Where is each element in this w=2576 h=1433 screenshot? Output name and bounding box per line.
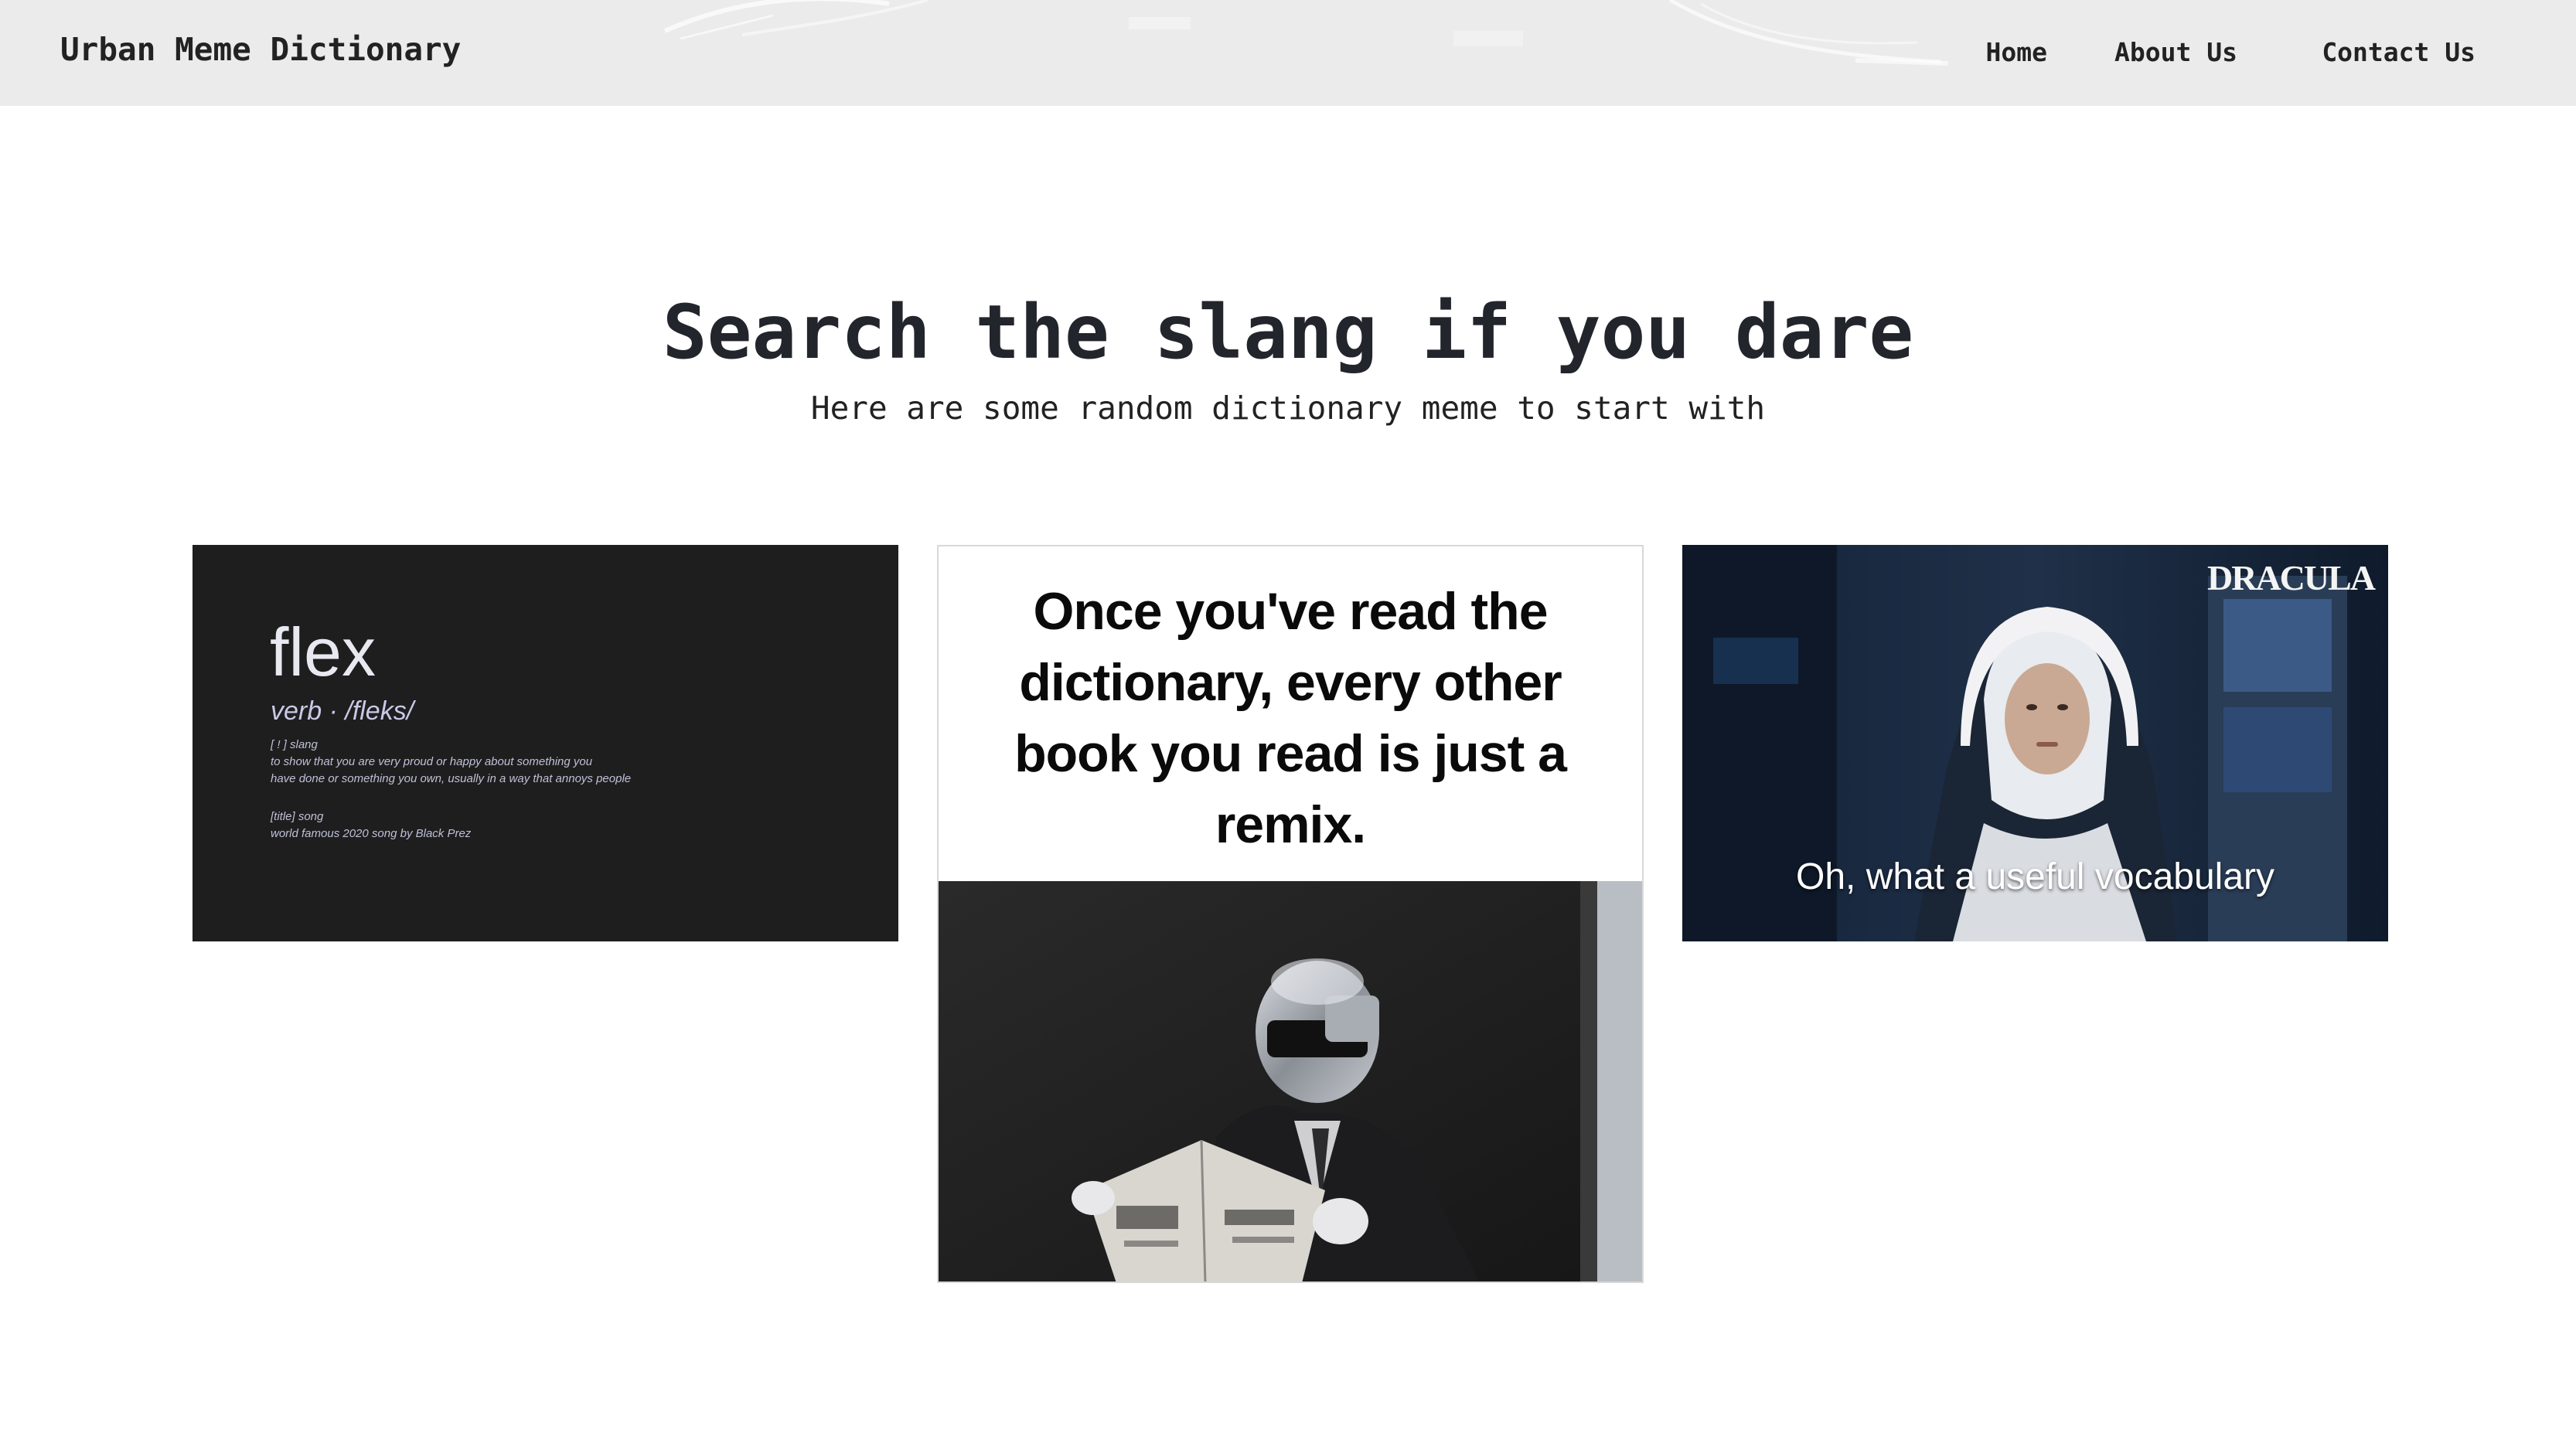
- nav-contact-link[interactable]: Contact Us: [2322, 37, 2475, 67]
- definition-pronunciation: verb · /fleks/: [271, 696, 414, 726]
- site-brand-link[interactable]: Urban Meme Dictionary: [60, 31, 461, 68]
- definition-sense1-tag: [ ! ] slang: [271, 738, 318, 751]
- meme-quote: Once you've read the dictionary, every o…: [1014, 582, 1567, 854]
- helmet-reader-photo: [939, 881, 1642, 1282]
- dracula-logo: DRACULA: [2207, 558, 2376, 597]
- meme-caption: Oh, what a useful vocabulary: [1795, 856, 2274, 897]
- nav-home-link[interactable]: Home: [1986, 37, 2047, 67]
- quote-panel: Once you've read the dictionary, every o…: [939, 546, 1642, 881]
- navbar: Urban Meme Dictionary Home About Us Cont…: [0, 0, 2576, 106]
- definition-sense2-tag: [title] song: [271, 810, 324, 823]
- page-subtitle: Here are some random dictionary meme to …: [810, 390, 1766, 427]
- definition-sense1-line2: have done or something you own, usually …: [271, 772, 632, 785]
- meme-card-flex[interactable]: flex verb · /fleks/ [ ! ] slang to show …: [193, 545, 898, 941]
- page-title: Search the slang if you dare: [662, 289, 1914, 376]
- meme-card-remix[interactable]: Once you've read the dictionary, every o…: [937, 545, 1644, 1283]
- definition-sense1-line1: to show that you are very proud or happy…: [271, 755, 593, 768]
- nav-about-link[interactable]: About Us: [2114, 37, 2237, 67]
- meme-card-vocabulary[interactable]: DRACULA Oh, what a useful vocabulary: [1682, 545, 2388, 941]
- definition-word: flex: [270, 614, 376, 690]
- definition-sense2-line1: world famous 2020 song by Black Prez: [271, 827, 472, 840]
